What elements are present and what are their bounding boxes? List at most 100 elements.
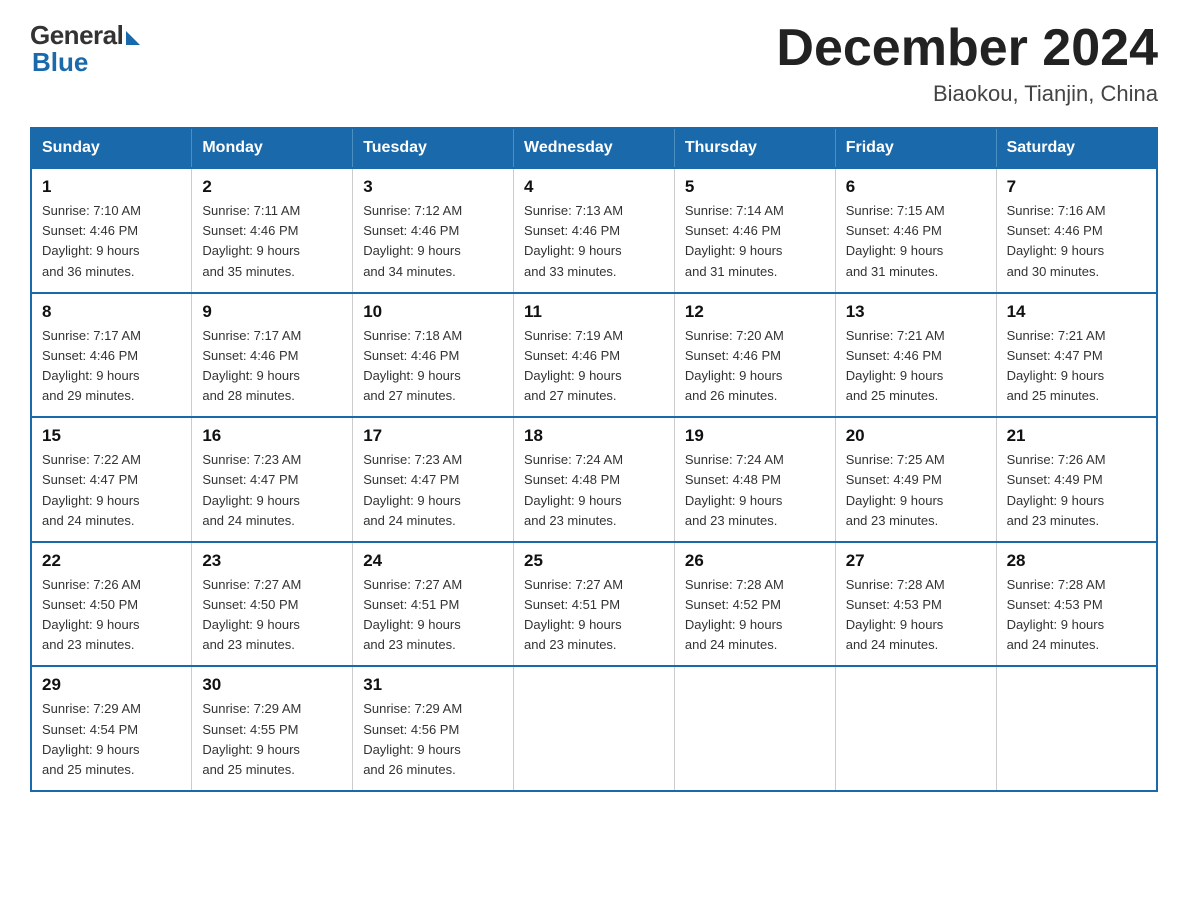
calendar-cell: 22 Sunrise: 7:26 AMSunset: 4:50 PMDayligh… [31, 542, 192, 667]
day-number: 5 [685, 177, 825, 197]
day-number: 24 [363, 551, 503, 571]
calendar-cell: 8 Sunrise: 7:17 AMSunset: 4:46 PMDaylight… [31, 293, 192, 418]
day-number: 12 [685, 302, 825, 322]
header-tuesday: Tuesday [353, 128, 514, 168]
day-info: Sunrise: 7:19 AMSunset: 4:46 PMDaylight:… [524, 326, 664, 407]
day-info: Sunrise: 7:23 AMSunset: 4:47 PMDaylight:… [363, 450, 503, 531]
day-info: Sunrise: 7:17 AMSunset: 4:46 PMDaylight:… [42, 326, 181, 407]
calendar-cell: 4Sunrise: 7:13 AMSunset: 4:46 PMDaylight… [514, 168, 675, 293]
day-number: 29 [42, 675, 181, 695]
day-number: 18 [524, 426, 664, 446]
header-friday: Friday [835, 128, 996, 168]
day-info: Sunrise: 7:27 AMSunset: 4:51 PMDaylight:… [524, 575, 664, 656]
calendar-week-row: 22 Sunrise: 7:26 AMSunset: 4:50 PMDayligh… [31, 542, 1157, 667]
logo-arrow-icon [126, 31, 140, 45]
header-saturday: Saturday [996, 128, 1157, 168]
day-info: Sunrise: 7:28 AMSunset: 4:52 PMDaylight:… [685, 575, 825, 656]
day-number: 3 [363, 177, 503, 197]
day-info: Sunrise: 7:12 AMSunset: 4:46 PMDaylight:… [363, 201, 503, 282]
calendar-cell: 11 Sunrise: 7:19 AMSunset: 4:46 PMDayligh… [514, 293, 675, 418]
header-sunday: Sunday [31, 128, 192, 168]
calendar-cell: 21Sunrise: 7:26 AMSunset: 4:49 PMDayligh… [996, 417, 1157, 542]
calendar-cell: 18 Sunrise: 7:24 AMSunset: 4:48 PMDayligh… [514, 417, 675, 542]
day-number: 13 [846, 302, 986, 322]
calendar-cell: 30 Sunrise: 7:29 AMSunset: 4:55 PMDayligh… [192, 666, 353, 791]
day-number: 8 [42, 302, 181, 322]
day-number: 22 [42, 551, 181, 571]
day-info: Sunrise: 7:23 AMSunset: 4:47 PMDaylight:… [202, 450, 342, 531]
day-info: Sunrise: 7:24 AMSunset: 4:48 PMDaylight:… [524, 450, 664, 531]
day-info: Sunrise: 7:11 AMSunset: 4:46 PMDaylight:… [202, 201, 342, 282]
day-number: 28 [1007, 551, 1146, 571]
day-info: Sunrise: 7:14 AMSunset: 4:46 PMDaylight:… [685, 201, 825, 282]
calendar-week-row: 1Sunrise: 7:10 AMSunset: 4:46 PMDaylight… [31, 168, 1157, 293]
day-info: Sunrise: 7:29 AMSunset: 4:54 PMDaylight:… [42, 699, 181, 780]
header-monday: Monday [192, 128, 353, 168]
day-number: 1 [42, 177, 181, 197]
calendar-cell: 28 Sunrise: 7:28 AMSunset: 4:53 PMDayligh… [996, 542, 1157, 667]
calendar-cell: 3 Sunrise: 7:12 AMSunset: 4:46 PMDaylight… [353, 168, 514, 293]
day-info: Sunrise: 7:17 AMSunset: 4:46 PMDaylight:… [202, 326, 342, 407]
calendar-cell: 31Sunrise: 7:29 AMSunset: 4:56 PMDayligh… [353, 666, 514, 791]
calendar-cell: 29 Sunrise: 7:29 AMSunset: 4:54 PMDayligh… [31, 666, 192, 791]
header-thursday: Thursday [674, 128, 835, 168]
day-number: 25 [524, 551, 664, 571]
day-info: Sunrise: 7:24 AMSunset: 4:48 PMDaylight:… [685, 450, 825, 531]
calendar-table: SundayMondayTuesdayWednesdayThursdayFrid… [30, 127, 1158, 792]
day-number: 6 [846, 177, 986, 197]
day-info: Sunrise: 7:16 AMSunset: 4:46 PMDaylight:… [1007, 201, 1146, 282]
calendar-cell: 25 Sunrise: 7:27 AMSunset: 4:51 PMDayligh… [514, 542, 675, 667]
calendar-header-row: SundayMondayTuesdayWednesdayThursdayFrid… [31, 128, 1157, 168]
day-number: 17 [363, 426, 503, 446]
month-title: December 2024 [776, 20, 1158, 77]
day-number: 19 [685, 426, 825, 446]
calendar-cell: 20 Sunrise: 7:25 AMSunset: 4:49 PMDayligh… [835, 417, 996, 542]
calendar-cell [996, 666, 1157, 791]
day-number: 10 [363, 302, 503, 322]
day-number: 20 [846, 426, 986, 446]
day-number: 16 [202, 426, 342, 446]
page-header: General Blue December 2024 Biaokou, Tian… [30, 20, 1158, 107]
day-info: Sunrise: 7:28 AMSunset: 4:53 PMDaylight:… [846, 575, 986, 656]
day-info: Sunrise: 7:21 AMSunset: 4:46 PMDaylight:… [846, 326, 986, 407]
calendar-cell: 1Sunrise: 7:10 AMSunset: 4:46 PMDaylight… [31, 168, 192, 293]
calendar-cell: 15Sunrise: 7:22 AMSunset: 4:47 PMDayligh… [31, 417, 192, 542]
calendar-cell: 13 Sunrise: 7:21 AMSunset: 4:46 PMDayligh… [835, 293, 996, 418]
day-number: 23 [202, 551, 342, 571]
day-info: Sunrise: 7:25 AMSunset: 4:49 PMDaylight:… [846, 450, 986, 531]
header-wednesday: Wednesday [514, 128, 675, 168]
day-info: Sunrise: 7:13 AMSunset: 4:46 PMDaylight:… [524, 201, 664, 282]
day-info: Sunrise: 7:22 AMSunset: 4:47 PMDaylight:… [42, 450, 181, 531]
day-number: 11 [524, 302, 664, 322]
day-info: Sunrise: 7:20 AMSunset: 4:46 PMDaylight:… [685, 326, 825, 407]
day-number: 31 [363, 675, 503, 695]
calendar-cell: 16 Sunrise: 7:23 AMSunset: 4:47 PMDayligh… [192, 417, 353, 542]
logo: General Blue [30, 20, 140, 78]
location: Biaokou, Tianjin, China [776, 81, 1158, 107]
calendar-cell: 19 Sunrise: 7:24 AMSunset: 4:48 PMDayligh… [674, 417, 835, 542]
calendar-cell: 7 Sunrise: 7:16 AMSunset: 4:46 PMDaylight… [996, 168, 1157, 293]
calendar-cell: 23 Sunrise: 7:27 AMSunset: 4:50 PMDayligh… [192, 542, 353, 667]
calendar-cell: 14Sunrise: 7:21 AMSunset: 4:47 PMDayligh… [996, 293, 1157, 418]
calendar-cell: 2 Sunrise: 7:11 AMSunset: 4:46 PMDaylight… [192, 168, 353, 293]
day-number: 21 [1007, 426, 1146, 446]
calendar-cell: 12 Sunrise: 7:20 AMSunset: 4:46 PMDayligh… [674, 293, 835, 418]
day-info: Sunrise: 7:29 AMSunset: 4:55 PMDaylight:… [202, 699, 342, 780]
title-section: December 2024 Biaokou, Tianjin, China [776, 20, 1158, 107]
calendar-cell: 10Sunrise: 7:18 AMSunset: 4:46 PMDayligh… [353, 293, 514, 418]
day-number: 7 [1007, 177, 1146, 197]
day-info: Sunrise: 7:28 AMSunset: 4:53 PMDaylight:… [1007, 575, 1146, 656]
day-info: Sunrise: 7:21 AMSunset: 4:47 PMDaylight:… [1007, 326, 1146, 407]
day-info: Sunrise: 7:26 AMSunset: 4:50 PMDaylight:… [42, 575, 181, 656]
calendar-cell [674, 666, 835, 791]
calendar-week-row: 29 Sunrise: 7:29 AMSunset: 4:54 PMDayligh… [31, 666, 1157, 791]
calendar-cell: 6 Sunrise: 7:15 AMSunset: 4:46 PMDaylight… [835, 168, 996, 293]
calendar-cell: 26Sunrise: 7:28 AMSunset: 4:52 PMDayligh… [674, 542, 835, 667]
day-number: 2 [202, 177, 342, 197]
day-number: 30 [202, 675, 342, 695]
day-info: Sunrise: 7:27 AMSunset: 4:50 PMDaylight:… [202, 575, 342, 656]
day-info: Sunrise: 7:15 AMSunset: 4:46 PMDaylight:… [846, 201, 986, 282]
calendar-cell [514, 666, 675, 791]
calendar-week-row: 15Sunrise: 7:22 AMSunset: 4:47 PMDayligh… [31, 417, 1157, 542]
day-info: Sunrise: 7:27 AMSunset: 4:51 PMDaylight:… [363, 575, 503, 656]
